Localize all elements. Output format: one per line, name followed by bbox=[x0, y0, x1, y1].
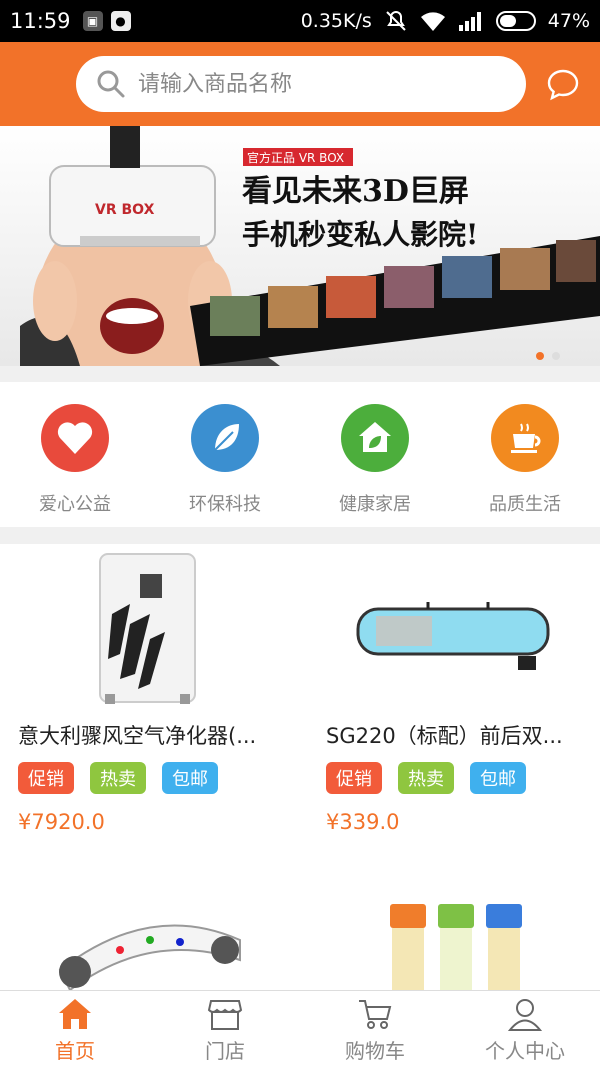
product-list: 意大利骤风空气净化器(... 促销 热卖 包邮 ¥7920.0 SG220（标配… bbox=[0, 544, 600, 990]
tab-label: 门店 bbox=[205, 1039, 245, 1063]
tab-home[interactable]: 首页 bbox=[0, 991, 150, 1067]
category-eco-tech[interactable]: 环保科技 bbox=[150, 382, 300, 527]
header bbox=[0, 42, 600, 126]
search-box[interactable] bbox=[76, 56, 526, 112]
product-price: ¥339.0 bbox=[326, 810, 400, 834]
product-image-air-purifier bbox=[0, 544, 300, 712]
cart-icon bbox=[359, 1000, 392, 1029]
banner-headline-1: 看见未来3D巨屏 bbox=[242, 174, 469, 209]
product-image-bottles bbox=[390, 904, 522, 990]
user-icon bbox=[507, 999, 543, 1031]
product-card[interactable] bbox=[0, 880, 300, 990]
product-title: SG220（标配）前后双... bbox=[326, 724, 563, 748]
promo-banner[interactable]: 官方正品 VR BOX 看见未来3D巨屏 手机秒变私人影院! VR BOX bbox=[0, 126, 600, 366]
signal-icon bbox=[458, 12, 481, 31]
product-title: 意大利骤风空气净化器(... bbox=[18, 724, 257, 748]
product-image-mirror-dashcam bbox=[308, 544, 600, 712]
tab-cart[interactable]: 购物车 bbox=[300, 991, 450, 1067]
banner-product-name: VR BOX bbox=[95, 202, 155, 218]
hot-tag: 热卖 bbox=[398, 762, 454, 794]
qq-app-icon: ● bbox=[110, 11, 131, 31]
category-charity[interactable]: 爱心公益 bbox=[0, 382, 150, 527]
tab-label: 个人中心 bbox=[485, 1039, 565, 1063]
category-healthy-home[interactable]: 健康家居 bbox=[300, 382, 450, 527]
free-shipping-tag: 包邮 bbox=[162, 762, 218, 794]
status-time: 11:59 bbox=[10, 9, 71, 33]
product-card[interactable]: 意大利骤风空气净化器(... 促销 热卖 包邮 ¥7920.0 bbox=[0, 544, 300, 844]
category-label: 品质生活 bbox=[489, 494, 561, 515]
banner-badge: 官方正品 VR BOX bbox=[247, 150, 344, 165]
home-leaf-icon bbox=[341, 404, 409, 472]
search-icon bbox=[97, 70, 125, 98]
promo-tag: 促销 bbox=[18, 762, 74, 794]
banner-headline-2: 手机秒变私人影院! bbox=[242, 218, 478, 251]
banner-image: 官方正品 VR BOX 看见未来3D巨屏 手机秒变私人影院! VR BOX bbox=[0, 126, 600, 366]
category-label: 健康家居 bbox=[339, 494, 411, 515]
tab-label: 购物车 bbox=[345, 1039, 405, 1063]
leaf-plug-icon bbox=[191, 404, 259, 472]
product-tags: 促销 热卖 包邮 bbox=[18, 762, 218, 794]
store-icon bbox=[207, 1000, 243, 1030]
category-grid: 爱心公益 环保科技 健康家居 品质生活 bbox=[0, 382, 600, 527]
product-card[interactable]: SG220（标配）前后双... 促销 热卖 包邮 ¥339.0 bbox=[308, 544, 600, 844]
status-bar: 11:59 ▣ ● 0.35K/s 47% bbox=[0, 0, 600, 42]
wifi-icon bbox=[420, 12, 445, 31]
mute-icon bbox=[386, 10, 406, 31]
battery-percent: 47% bbox=[547, 10, 590, 32]
free-shipping-tag: 包邮 bbox=[470, 762, 526, 794]
message-icon[interactable] bbox=[546, 68, 580, 102]
category-quality-life[interactable]: 品质生活 bbox=[450, 382, 600, 527]
battery-icon bbox=[495, 11, 536, 31]
promo-tag: 促销 bbox=[326, 762, 382, 794]
bottom-tab-bar: 首页 门店 购物车 个人中心 bbox=[0, 990, 600, 1067]
search-input[interactable] bbox=[138, 71, 498, 97]
home-icon bbox=[59, 999, 91, 1029]
category-label: 环保科技 bbox=[189, 494, 261, 515]
network-speed: 0.35K/s bbox=[300, 10, 372, 32]
product-tags: 促销 热卖 包邮 bbox=[326, 762, 526, 794]
gallery-app-icon: ▣ bbox=[82, 11, 103, 31]
tab-profile[interactable]: 个人中心 bbox=[450, 991, 600, 1067]
heart-icon bbox=[41, 404, 109, 472]
product-card[interactable] bbox=[308, 880, 600, 990]
tab-store[interactable]: 门店 bbox=[150, 991, 300, 1067]
product-price: ¥7920.0 bbox=[18, 810, 105, 834]
coffee-cup-icon bbox=[491, 404, 559, 472]
product-image-hoverboard bbox=[58, 924, 241, 990]
hot-tag: 热卖 bbox=[90, 762, 146, 794]
category-label: 爱心公益 bbox=[39, 494, 111, 515]
tab-label: 首页 bbox=[55, 1039, 95, 1063]
